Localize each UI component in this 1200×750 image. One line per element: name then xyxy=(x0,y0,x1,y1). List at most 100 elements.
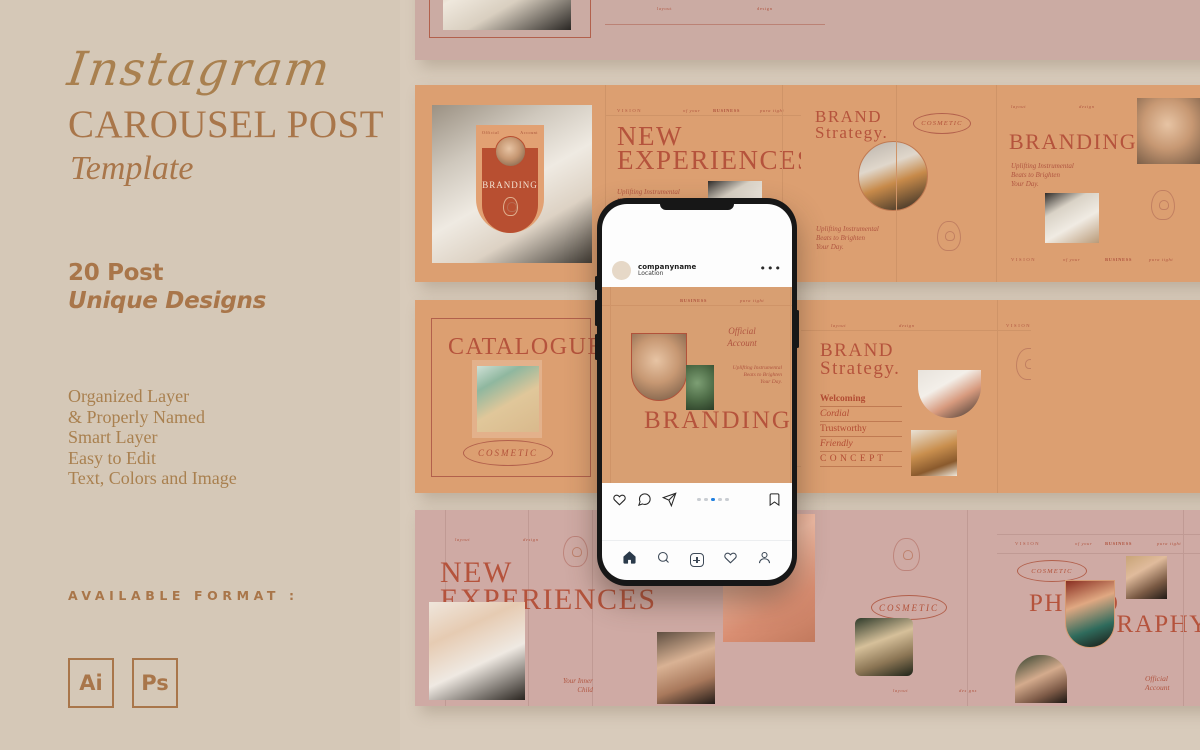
illustrator-format-badge: Ai xyxy=(68,658,114,708)
meta-design: design xyxy=(1079,104,1095,109)
post-headline: BRANDING xyxy=(644,407,792,434)
card-photo xyxy=(1126,556,1167,599)
cosmetic-oval-badge: COSMETIC xyxy=(1017,560,1087,582)
meta-vision: VISION xyxy=(1015,541,1041,546)
meta-layout: layout xyxy=(831,323,847,328)
home-icon[interactable] xyxy=(622,550,637,570)
carousel-dot[interactable] xyxy=(725,497,729,502)
meta-business: BUSINESS xyxy=(1105,541,1133,546)
slide-brand-strategy-words: layout design VISION BRAND Strategy. Wel… xyxy=(801,300,1031,493)
mockup-label-official: Official xyxy=(482,130,500,135)
script-line: Official xyxy=(728,326,756,336)
unique-designs-label: Unique Designs xyxy=(68,288,266,314)
word-item: Cordial xyxy=(820,407,902,422)
card-caption: Official Account xyxy=(1145,674,1170,692)
meta-vision: VISION xyxy=(1006,323,1031,328)
body-line: Your Day. xyxy=(1011,180,1039,188)
meta-design: design xyxy=(899,323,915,328)
feature-list: Organized Layer & Properly Named Smart L… xyxy=(68,386,237,489)
post-image[interactable]: BUSINESS pura tight Official Account Upl… xyxy=(602,287,792,483)
slide-branding-text: layout design BRANDING Uplifting Instrum… xyxy=(997,85,1137,282)
word-item: Welcoming xyxy=(820,394,902,407)
create-icon[interactable] xyxy=(689,553,704,567)
phone-mute-switch[interactable] xyxy=(595,276,598,290)
phone-mockup: companyname Location ••• BUSINESS pura t… xyxy=(595,198,799,586)
page-subtitle: Template xyxy=(70,150,194,187)
page-title: CAROUSEL POST xyxy=(68,103,385,146)
phone-screen: companyname Location ••• BUSINESS pura t… xyxy=(602,204,792,580)
seal-icon xyxy=(1151,190,1175,220)
caption-line: Your Inner xyxy=(563,677,593,685)
meta-layout: layout xyxy=(1011,104,1027,109)
slide-brand-strategy: BRAND Strategy. COSMETIC Uplifting Instr… xyxy=(801,85,997,282)
body-line: Beats to Brighten xyxy=(743,372,783,378)
meta-layout: layout xyxy=(657,6,673,11)
meta-puratight: pura tight xyxy=(760,108,785,113)
profile-icon[interactable] xyxy=(757,550,772,570)
carousel-dot[interactable] xyxy=(697,497,701,502)
meta-business: BUSINESS xyxy=(1105,257,1133,262)
seal-icon xyxy=(937,221,961,251)
card-photo xyxy=(1065,580,1115,648)
post-author: companyname Location xyxy=(638,263,753,278)
card-photo xyxy=(1015,655,1067,703)
body-line: Uplifting Instrumental xyxy=(816,225,879,233)
carousel-dot-active[interactable] xyxy=(711,497,715,502)
left-info-panel: Instagram CAROUSEL POST Template 20 Post… xyxy=(0,0,400,750)
carousel-dot[interactable] xyxy=(704,497,708,502)
card-body-text: Uplifting Instrumental Beats to Brighten… xyxy=(1011,162,1074,189)
caption-line: Official xyxy=(1145,674,1168,683)
card-body-text: Uplifting Instrumental Beats to Brighten… xyxy=(816,225,879,252)
phone-power-button[interactable] xyxy=(796,310,799,348)
post-photo-leaf xyxy=(686,365,714,410)
share-icon[interactable] xyxy=(662,492,677,507)
bottom-nav xyxy=(602,540,792,580)
activity-icon[interactable] xyxy=(723,550,738,570)
mockup-headline: BRANDING xyxy=(482,180,538,190)
post-photo-face xyxy=(631,333,687,401)
body-line: Beats to Brighten xyxy=(1011,171,1060,179)
feature-item: Organized Layer xyxy=(68,386,190,406)
more-options-icon[interactable]: ••• xyxy=(760,263,782,275)
photoshop-format-badge: Ps xyxy=(132,658,178,708)
card-photo xyxy=(429,602,525,700)
comment-icon[interactable] xyxy=(637,492,652,507)
card-photo xyxy=(911,430,957,476)
phone-notch xyxy=(660,204,734,210)
seal-icon xyxy=(893,538,920,571)
slide-brighten-text: to Brighten Your Day. xyxy=(985,0,1150,60)
body-line: Beats to Brighten xyxy=(816,234,865,242)
card-photo xyxy=(443,0,571,30)
search-icon[interactable] xyxy=(656,550,671,570)
card-photo xyxy=(477,366,539,432)
available-format-label: AVAILABLE FORMAT : xyxy=(68,588,299,603)
card-photo xyxy=(1137,98,1200,164)
carousel-dot[interactable] xyxy=(718,497,722,502)
word-item: C O N C E P T xyxy=(820,452,902,467)
card-photo xyxy=(1045,193,1099,243)
phone-volume-down-button[interactable] xyxy=(595,334,598,360)
meta-vision: VISION xyxy=(1011,257,1037,262)
meta-ofyour: of your xyxy=(1075,541,1093,546)
caption-line: Account xyxy=(1145,683,1170,692)
card-headline: BRANDING xyxy=(1009,129,1137,154)
phone-volume-up-button[interactable] xyxy=(595,300,598,326)
card-photo xyxy=(657,632,715,704)
body-line: Uplifting Instrumental xyxy=(617,188,680,196)
body-line: Uplifting Instrumental xyxy=(1011,162,1074,170)
like-icon[interactable] xyxy=(612,492,627,507)
meta-puratight: pura tight xyxy=(1157,541,1182,546)
seal-icon xyxy=(1016,348,1031,380)
meta-puratight: pura tight xyxy=(1149,257,1174,262)
slide-products-shelf xyxy=(825,0,985,60)
location-label[interactable]: Location xyxy=(638,270,753,278)
card-headline-line2: Strategy. xyxy=(820,358,901,379)
bookmark-icon[interactable] xyxy=(767,492,782,507)
slide-cosmetic-hat: COSMETIC layout designs xyxy=(815,510,997,706)
poster-canvas: Instagram CAROUSEL POST Template 20 Post… xyxy=(0,0,1200,750)
avatar[interactable] xyxy=(612,261,631,280)
meta-business: BUSINESS xyxy=(713,108,741,113)
post-body-text: Uplifting Instrumental Beats to Brighten… xyxy=(724,365,782,386)
post-header: companyname Location ••• xyxy=(602,252,792,287)
meta-layout: layout xyxy=(893,688,909,693)
